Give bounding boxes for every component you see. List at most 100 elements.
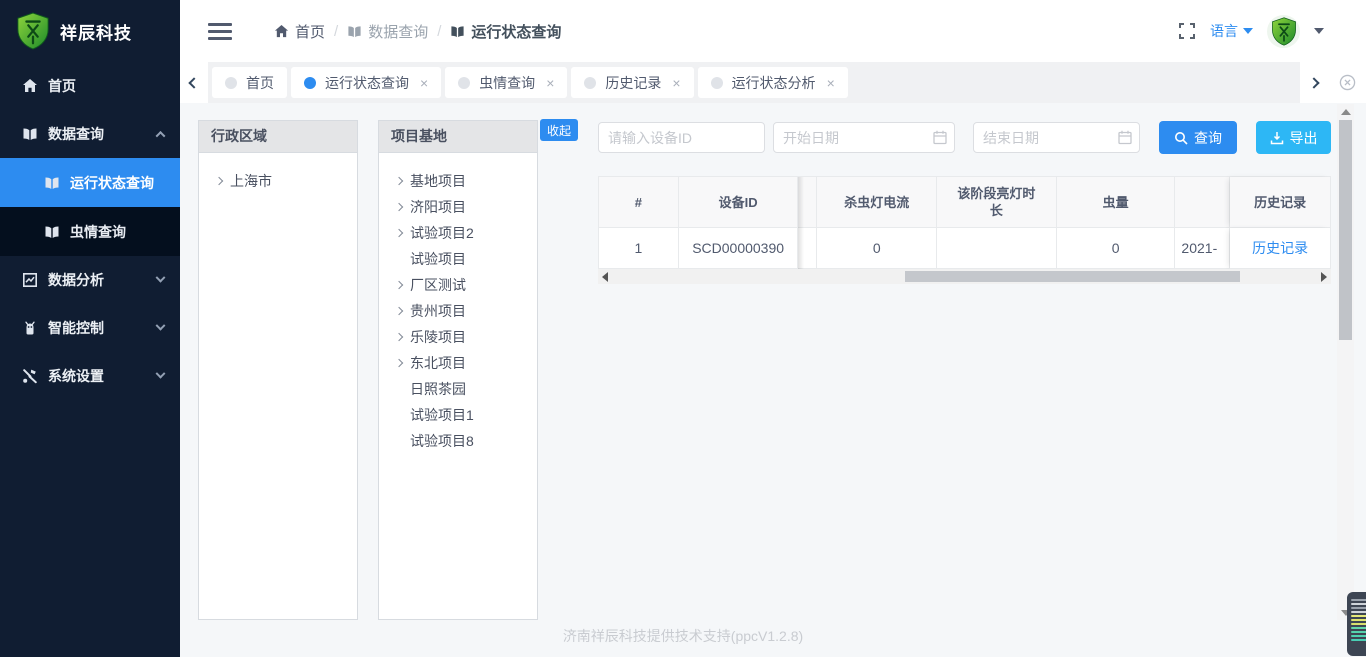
tree-item[interactable]: 试验项目 — [393, 246, 533, 272]
avatar-shield-icon — [1271, 17, 1297, 46]
breadcrumb-separator: / — [437, 23, 441, 40]
export-button[interactable]: 导出 — [1256, 121, 1331, 154]
table-horizontal-scrollbar[interactable] — [598, 269, 1331, 284]
language-label: 语言 — [1210, 21, 1238, 41]
close-icon[interactable]: × — [827, 76, 835, 90]
chevron-right-icon[interactable] — [213, 178, 225, 184]
device-id-input[interactable] — [598, 122, 765, 153]
tree-item[interactable]: 日照茶园 — [393, 376, 533, 402]
corner-widget[interactable] — [1347, 592, 1366, 656]
tab-dot-icon — [225, 77, 237, 89]
collapse-panel-button[interactable]: 收起 — [540, 119, 578, 141]
sidebar-item-label: 运行状态查询 — [70, 173, 154, 193]
tab-insect-query[interactable]: 虫情查询 × — [445, 67, 567, 98]
circle-close-icon — [1339, 74, 1356, 91]
tab-running-status-query[interactable]: 运行状态查询 × — [291, 67, 441, 98]
tree-item[interactable]: 贵州项目 — [393, 298, 533, 324]
horizontal-scroll-thumb[interactable] — [905, 271, 1240, 282]
topbar: 首页 / 数据查询 / 运行状态查询 语言 — [180, 0, 1366, 62]
sidebar-item-label: 首页 — [48, 76, 76, 96]
breadcrumb-data-query[interactable]: 数据查询 — [347, 21, 428, 42]
region-panel: 行政区域 上海市 — [198, 120, 358, 620]
tab-running-status-analysis[interactable]: 运行状态分析 × — [698, 67, 848, 98]
book-icon — [22, 126, 38, 142]
col-header-partial — [798, 177, 817, 228]
tree-item[interactable]: 乐陵项目 — [393, 324, 533, 350]
book-icon — [347, 24, 362, 39]
close-icon[interactable]: × — [546, 76, 554, 90]
footer-text: 济南祥辰科技提供技术支持(ppcV1.2.8) — [0, 626, 1366, 646]
sidebar-item-data-analysis[interactable]: 数据分析 — [0, 256, 180, 304]
close-all-tabs-button[interactable] — [1328, 62, 1366, 103]
close-icon[interactable]: × — [420, 76, 428, 90]
device-id-field-wrap — [598, 122, 765, 153]
cell-partial — [798, 228, 817, 269]
chevron-right-icon — [1308, 77, 1319, 88]
search-button[interactable]: 查询 — [1159, 121, 1237, 154]
avatar[interactable] — [1267, 15, 1300, 48]
history-link[interactable]: 历史记录 — [1252, 238, 1308, 258]
tree-item[interactable]: 厂区测试 — [393, 272, 533, 298]
cell-partial-date: 2021- — [1175, 228, 1230, 269]
cell-device-id: SCD00000390 — [679, 228, 799, 269]
sidebar-submenu: 运行状态查询 虫情查询 — [0, 158, 180, 256]
col-header-index: # — [599, 177, 679, 228]
vertical-scroll-thumb[interactable] — [1339, 120, 1352, 340]
chevron-right-icon[interactable] — [393, 178, 405, 184]
chevron-right-icon[interactable] — [393, 230, 405, 236]
chevron-right-icon[interactable] — [393, 308, 405, 314]
close-icon[interactable]: × — [672, 76, 680, 90]
project-panel: 项目基地 基地项目 济阳项目 试验项目2 试验项目 厂区测试 贵州项目 乐陵项目… — [378, 120, 538, 620]
sidebar-item-insect-query[interactable]: 虫情查询 — [0, 207, 180, 256]
home-icon — [22, 78, 38, 94]
scroll-right-arrow-icon[interactable] — [1317, 269, 1331, 284]
tree-item[interactable]: 试验项目1 — [393, 402, 533, 428]
chevron-right-icon[interactable] — [393, 204, 405, 210]
tab-dot-icon — [458, 77, 470, 89]
tabs-scroll-right-button[interactable] — [1300, 62, 1328, 103]
tree-item[interactable]: 东北项目 — [393, 350, 533, 376]
breadcrumb-home[interactable]: 首页 — [274, 21, 325, 42]
tree-item[interactable]: 济阳项目 — [393, 194, 533, 220]
tab-dot-icon — [711, 77, 723, 89]
col-header-history: 历史记录 — [1230, 177, 1330, 228]
sidebar-item-system-settings[interactable]: 系统设置 — [0, 352, 180, 400]
region-tree: 上海市 — [199, 153, 357, 194]
topbar-right-controls: 语言 — [1178, 15, 1366, 48]
tab-home[interactable]: 首页 — [212, 67, 287, 98]
tree-item[interactable]: 基地项目 — [393, 168, 533, 194]
language-switcher[interactable]: 语言 — [1210, 21, 1253, 41]
breadcrumb-separator: / — [334, 23, 338, 40]
chevron-right-icon[interactable] — [393, 334, 405, 340]
brand: 祥辰科技 — [0, 0, 180, 62]
sidebar-item-smart-control[interactable]: 智能控制 — [0, 304, 180, 352]
vertical-scrollbar[interactable] — [1337, 104, 1354, 620]
chevron-down-icon — [156, 272, 166, 282]
tab-dot-icon — [304, 77, 316, 89]
tabs-scroll-left-button[interactable] — [180, 62, 208, 103]
sidebar-item-running-status-query[interactable]: 运行状态查询 — [0, 158, 180, 207]
sidebar-item-home[interactable]: 首页 — [0, 62, 180, 110]
home-icon — [274, 24, 289, 39]
chevron-right-icon[interactable] — [393, 360, 405, 366]
sidebar-item-label: 系统设置 — [48, 366, 104, 386]
sidebar-item-data-query[interactable]: 数据查询 — [0, 110, 180, 158]
caret-down-icon — [1243, 28, 1253, 34]
tree-item[interactable]: 试验项目2 — [393, 220, 533, 246]
scroll-up-arrow-icon[interactable] — [1337, 104, 1354, 119]
tab-history[interactable]: 历史记录 × — [571, 67, 693, 98]
cell-lamp-current: 0 — [817, 228, 937, 269]
robot-icon — [22, 320, 38, 336]
end-date-input[interactable] — [973, 122, 1140, 153]
scroll-left-arrow-icon[interactable] — [598, 269, 612, 284]
cell-light-duration — [937, 228, 1057, 269]
hamburger-menu-icon[interactable] — [208, 23, 232, 40]
tools-icon — [22, 368, 38, 384]
tree-item-shanghai[interactable]: 上海市 — [213, 168, 353, 194]
main-content: 行政区域 上海市 项目基地 基地项目 济阳项目 试验项目2 试验项目 厂区测试 … — [180, 103, 1366, 657]
fullscreen-icon[interactable] — [1178, 22, 1196, 40]
start-date-input[interactable] — [773, 122, 955, 153]
caret-down-icon[interactable] — [1314, 28, 1324, 34]
chevron-right-icon[interactable] — [393, 282, 405, 288]
tree-item[interactable]: 试验项目8 — [393, 428, 533, 454]
